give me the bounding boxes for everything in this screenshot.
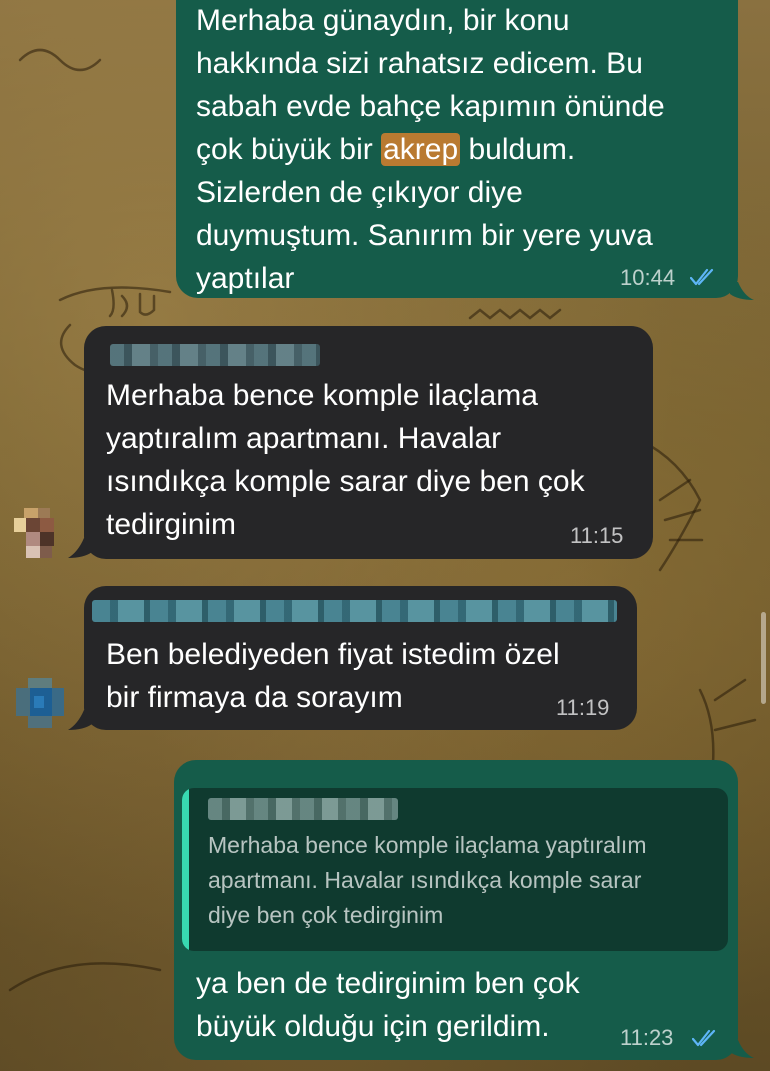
message-timestamp: 11:19 <box>556 695 610 720</box>
bubble-tail <box>68 538 92 558</box>
bubble-tail <box>730 1040 754 1058</box>
double-check-icon <box>690 268 714 286</box>
sender-name-blurred <box>110 344 320 366</box>
scrollbar[interactable] <box>761 612 766 704</box>
message-timestamp: 11:15 <box>570 523 624 548</box>
message-text: Merhaba bence komple ilaçlama yaptıralım… <box>106 379 585 541</box>
double-check-icon <box>692 1029 716 1047</box>
search-highlight: akrep <box>381 133 461 166</box>
incoming-message-bubble[interactable]: Merhaba bence komple ilaçlama yaptıralım… <box>84 326 653 559</box>
quote-accent-bar <box>182 788 189 951</box>
message-timestamp: 10:44 <box>620 265 676 290</box>
quoted-sender-name-blurred <box>208 798 398 820</box>
message-text: Merhaba günaydın, bir konu hakkında sizi… <box>196 4 665 295</box>
bubble-tail <box>68 710 92 730</box>
message-timestamp: 11:23 <box>620 1025 674 1050</box>
message-text: Ben belediyeden fiyat istedim özel bir f… <box>106 638 560 714</box>
outgoing-message-bubble[interactable]: Merhaba günaydın, bir konu hakkında sizi… <box>176 0 738 298</box>
sender-name-blurred <box>92 600 617 622</box>
quoted-message[interactable]: Merhaba bence komple ilaçlama yaptıralım… <box>182 788 728 951</box>
incoming-message-bubble[interactable]: Ben belediyeden fiyat istedim özel bir f… <box>84 586 637 730</box>
avatar[interactable] <box>16 678 64 728</box>
quoted-message-text: Merhaba bence komple ilaçlama yaptıralım… <box>208 832 647 928</box>
bubble-tail <box>730 282 754 300</box>
avatar[interactable] <box>14 508 62 558</box>
